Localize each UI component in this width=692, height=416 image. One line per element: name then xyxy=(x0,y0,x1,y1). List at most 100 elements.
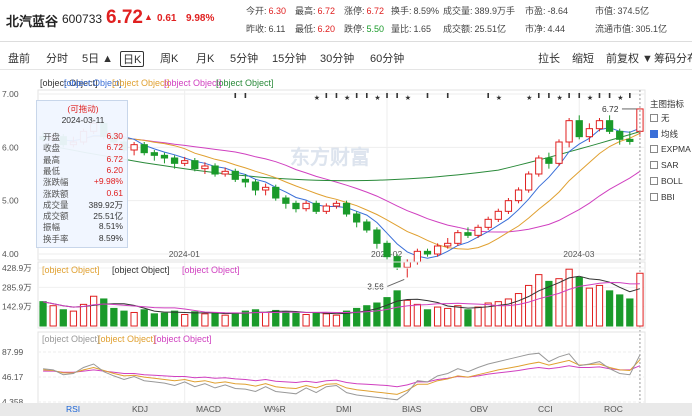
candle-body[interactable] xyxy=(525,173,533,191)
volume-bar[interactable] xyxy=(221,314,229,327)
candle-body[interactable] xyxy=(383,242,391,258)
volume-bar[interactable] xyxy=(595,284,604,327)
candle-body[interactable] xyxy=(241,178,250,183)
checkbox-icon[interactable] xyxy=(650,145,658,153)
volume-bar[interactable] xyxy=(181,314,189,327)
event-marker-icon[interactable] xyxy=(548,93,550,98)
event-marker-icon[interactable] xyxy=(537,93,540,98)
volume-bar[interactable] xyxy=(231,312,239,327)
candle-body[interactable] xyxy=(626,138,634,142)
candle-body[interactable] xyxy=(201,165,209,170)
chart-option-tab[interactable]: 筹码分布 xyxy=(652,51,692,67)
candle-body[interactable] xyxy=(353,213,361,223)
event-marker-icon[interactable] xyxy=(578,93,581,98)
chart-option-tab[interactable]: 缩短 xyxy=(570,51,596,67)
candle-body[interactable] xyxy=(403,261,411,268)
candle-body[interactable] xyxy=(342,202,351,215)
period-tab[interactable]: 5日 ▲ xyxy=(80,51,115,67)
event-marker-icon[interactable] xyxy=(487,93,489,98)
candle-body[interactable] xyxy=(464,232,472,236)
volume-bar[interactable] xyxy=(423,309,432,327)
candle-body[interactable] xyxy=(292,202,300,210)
volume-bar[interactable] xyxy=(464,309,472,327)
candle-body[interactable] xyxy=(504,200,513,212)
indicator-tab[interactable]: W%R xyxy=(264,404,286,414)
event-marker-icon[interactable] xyxy=(234,93,237,98)
volume-bar[interactable] xyxy=(150,313,158,327)
event-marker-icon[interactable]: ★ xyxy=(405,94,411,102)
volume-bar[interactable] xyxy=(616,294,624,327)
event-marker-icon[interactable] xyxy=(396,93,398,98)
event-marker-icon[interactable] xyxy=(598,93,601,98)
candle-body[interactable] xyxy=(595,120,604,130)
volume-bar[interactable] xyxy=(312,311,320,327)
event-marker-icon[interactable] xyxy=(244,93,247,98)
indicator-tab[interactable]: BIAS xyxy=(402,404,421,414)
candle-body[interactable] xyxy=(454,232,462,244)
event-marker-icon[interactable] xyxy=(386,93,388,98)
volume-bar[interactable] xyxy=(332,314,341,327)
candle-body[interactable] xyxy=(261,186,270,191)
indicator-tab[interactable]: OBV xyxy=(470,404,488,414)
indicator-option[interactable]: EXPMA xyxy=(650,144,691,156)
candle-body[interactable] xyxy=(272,186,280,199)
event-marker-icon[interactable]: ★ xyxy=(617,94,623,102)
volume-bar[interactable] xyxy=(59,309,67,327)
checkbox-icon[interactable] xyxy=(650,130,658,138)
volume-bar[interactable] xyxy=(474,306,482,327)
period-tab[interactable]: 60分钟 xyxy=(368,51,406,67)
candle-body[interactable] xyxy=(312,202,320,212)
candle-body[interactable] xyxy=(535,157,543,175)
volume-bar[interactable] xyxy=(433,306,442,327)
candle-body[interactable] xyxy=(282,197,290,204)
volume-bar[interactable] xyxy=(605,290,614,327)
candle-body[interactable] xyxy=(423,250,432,255)
candle-body[interactable] xyxy=(363,221,371,231)
indicator-option[interactable]: BOLL xyxy=(650,176,683,188)
candle-body[interactable] xyxy=(413,250,422,263)
indicator-option[interactable]: SAR xyxy=(650,160,678,172)
candle-body[interactable] xyxy=(211,165,219,175)
indicator-tab[interactable]: ROC xyxy=(604,404,623,414)
candle-body[interactable] xyxy=(150,152,158,156)
candle-body[interactable] xyxy=(170,157,179,164)
volume-bar[interactable] xyxy=(282,311,290,327)
candle-body[interactable] xyxy=(616,130,624,140)
event-marker-icon[interactable]: ★ xyxy=(557,94,563,102)
indicator-tab[interactable]: CCI xyxy=(538,404,553,414)
volume-bar[interactable] xyxy=(170,310,179,327)
volume-bar[interactable] xyxy=(130,311,138,327)
volume-bar[interactable] xyxy=(555,278,563,327)
volume-bar[interactable] xyxy=(626,298,634,327)
event-marker-icon[interactable] xyxy=(446,93,449,98)
period-tab[interactable]: 日K xyxy=(120,51,145,67)
checkbox-icon[interactable] xyxy=(650,193,658,201)
volume-bar[interactable] xyxy=(261,311,270,327)
candle-body[interactable] xyxy=(181,160,189,164)
volume-bar[interactable] xyxy=(585,287,593,327)
checkbox-icon[interactable] xyxy=(650,161,658,169)
candle-body[interactable] xyxy=(555,141,563,164)
volume-bar[interactable] xyxy=(302,314,310,327)
candle-body[interactable] xyxy=(322,205,330,212)
volume-bar[interactable] xyxy=(120,310,128,327)
period-tab[interactable]: 盘前 xyxy=(6,51,32,67)
candle-body[interactable] xyxy=(130,144,138,151)
candle-body[interactable] xyxy=(140,144,148,154)
volume-bar[interactable] xyxy=(201,313,209,327)
volume-bar[interactable] xyxy=(49,305,57,327)
candle-body[interactable] xyxy=(514,189,523,202)
event-marker-icon[interactable] xyxy=(365,93,368,98)
volume-bar[interactable] xyxy=(90,295,98,327)
volume-bar[interactable] xyxy=(363,305,371,327)
chart-option-tab[interactable]: 拉长 xyxy=(536,51,562,67)
indicator-tab[interactable]: DMI xyxy=(336,404,352,414)
candle-body[interactable] xyxy=(433,245,442,255)
event-marker-icon[interactable]: ★ xyxy=(496,94,502,102)
candle-body[interactable] xyxy=(484,218,492,228)
volume-bar[interactable] xyxy=(100,298,108,327)
candle-body[interactable] xyxy=(575,120,583,138)
volume-bar[interactable] xyxy=(140,309,148,327)
event-marker-icon[interactable] xyxy=(568,93,570,98)
event-marker-icon[interactable]: ★ xyxy=(526,94,532,102)
